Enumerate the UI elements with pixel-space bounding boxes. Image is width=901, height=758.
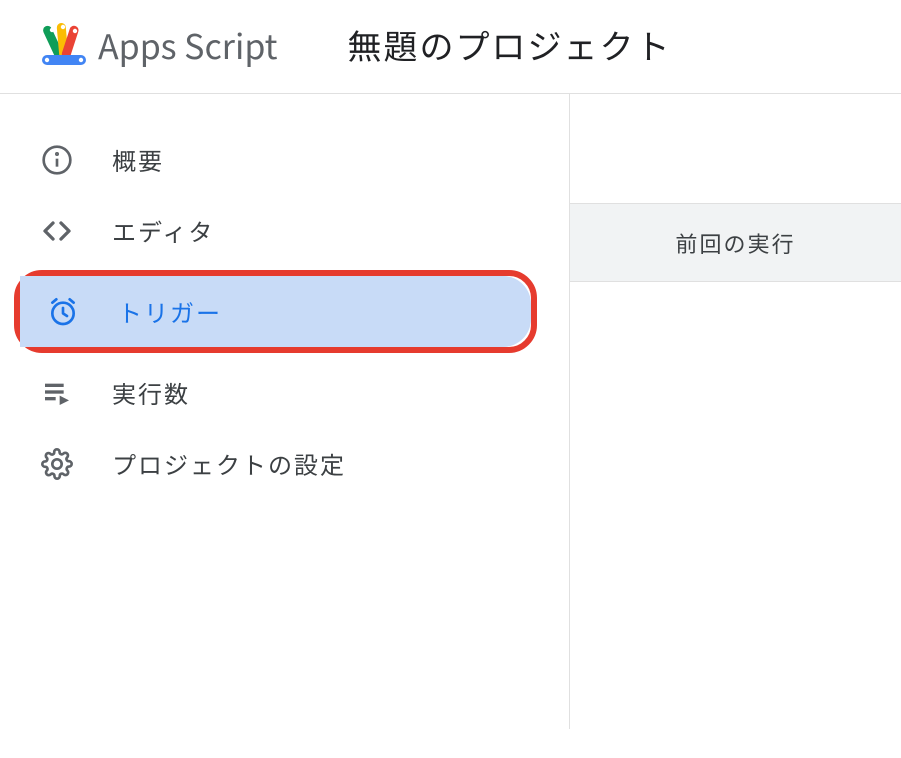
highlight-annotation: トリガー <box>14 270 537 353</box>
apps-script-logo-icon <box>40 21 88 69</box>
alarm-clock-icon <box>46 295 80 329</box>
content-area: 概要 エディタ トリガ <box>0 94 901 729</box>
info-icon <box>40 143 74 177</box>
gear-icon <box>40 447 74 481</box>
playlist-play-icon <box>40 376 74 410</box>
code-icon <box>40 214 74 248</box>
main-panel: 前回の実行 <box>570 94 901 729</box>
app-logo[interactable]: Apps Script <box>40 20 278 69</box>
project-title[interactable]: 無題のプロジェクト <box>348 20 672 69</box>
column-header-last-run[interactable]: 前回の実行 <box>675 227 795 259</box>
sidebar-item-label: 実行数 <box>112 375 190 410</box>
spacer-row <box>570 94 901 204</box>
sidebar-item-executions[interactable]: 実行数 <box>0 357 527 428</box>
app-header: Apps Script 無題のプロジェクト <box>0 0 901 94</box>
sidebar-item-settings[interactable]: プロジェクトの設定 <box>0 428 527 499</box>
sidebar-item-overview[interactable]: 概要 <box>0 124 527 195</box>
sidebar-item-triggers[interactable]: トリガー <box>20 276 531 347</box>
sidebar-item-label: 概要 <box>112 142 164 177</box>
sidebar-item-editor[interactable]: エディタ <box>0 195 527 266</box>
sidebar-item-label: プロジェクトの設定 <box>112 446 346 481</box>
sidebar-item-label: トリガー <box>118 294 222 329</box>
app-name: Apps Script <box>98 20 278 69</box>
sidebar: 概要 エディタ トリガ <box>0 94 570 729</box>
sidebar-item-label: エディタ <box>112 213 214 248</box>
table-header-row: 前回の実行 <box>570 204 901 282</box>
